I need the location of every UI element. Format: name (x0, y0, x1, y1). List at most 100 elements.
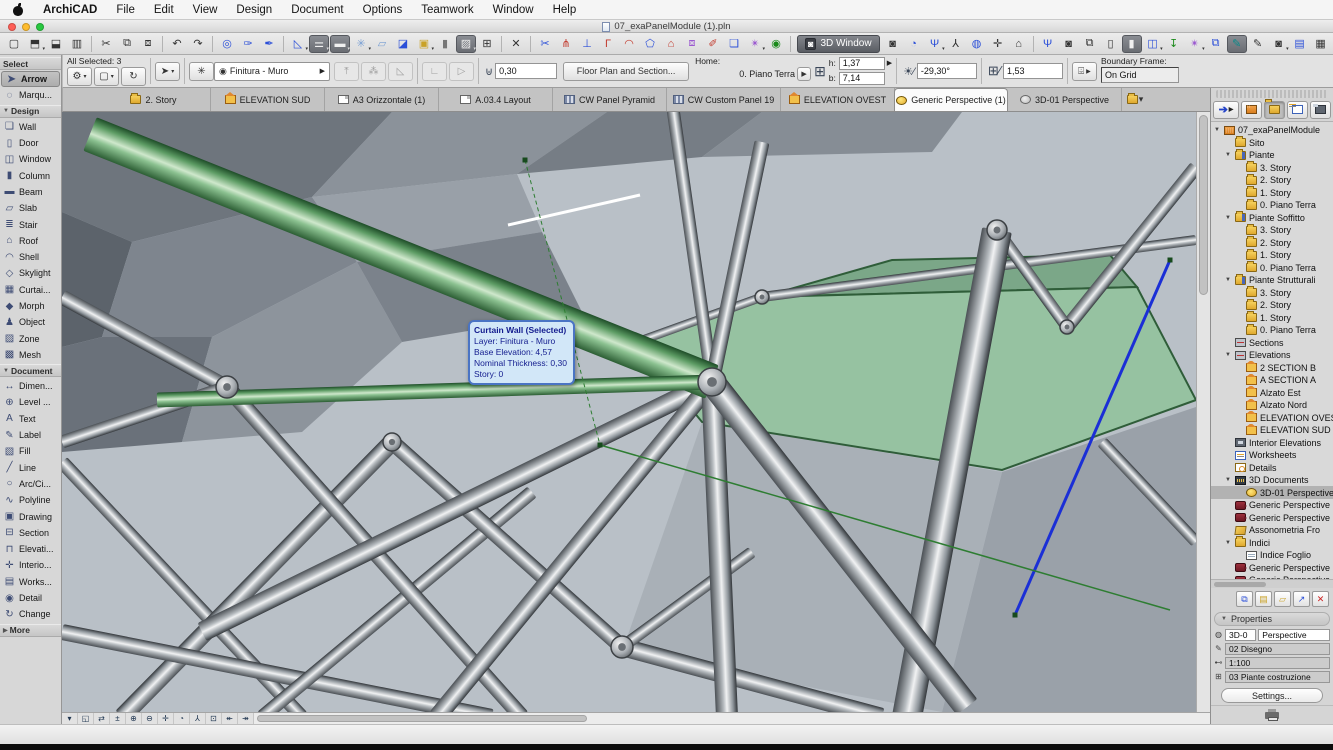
tool-stair[interactable]: ≣Stair (0, 216, 61, 232)
renovation-button[interactable]: ▨▾ (456, 35, 476, 53)
apple-menu-icon[interactable] (12, 3, 24, 16)
tool-arrow[interactable]: ➤Arrow (1, 71, 60, 87)
tab-cw-panel-pyramid[interactable]: CW Panel Pyramid (553, 88, 667, 111)
tab-generic-perspective-1[interactable]: Generic Perspective (1) (894, 88, 1008, 111)
explore-button[interactable]: ⅄ (190, 713, 206, 724)
next-view-button[interactable]: ↠ (238, 713, 254, 724)
look-around-button[interactable]: ◍ (967, 35, 987, 53)
fit-optimal-button[interactable]: ⊡ (206, 713, 222, 724)
tool-detail[interactable]: ◉Detail (0, 590, 61, 606)
zoom-in-button[interactable]: ⊕ (126, 713, 142, 724)
tree-item-interior-elevations[interactable]: Interior Elevations (1211, 436, 1333, 449)
tool-dimension[interactable]: ↔Dimen... (0, 378, 61, 394)
tree-horizontal-scrollbar[interactable] (1211, 579, 1333, 588)
mark-up-button[interactable]: ◪ (393, 35, 413, 53)
new-folder-button[interactable]: ▱ (1274, 591, 1291, 607)
tool-door[interactable]: ▯Door (0, 135, 61, 151)
toolbox-header-design[interactable]: ▼Design (0, 105, 61, 118)
tool-polyline[interactable]: ∿Polyline (0, 492, 61, 508)
tool-window[interactable]: ◫Window (0, 151, 61, 167)
walk-mode-button[interactable]: ⅄ (946, 35, 966, 53)
scrollbar-thumb[interactable] (257, 715, 587, 722)
3d-scene[interactable] (62, 112, 1196, 712)
tool-fill[interactable]: ▧Fill (0, 443, 61, 459)
intersect-button[interactable]: ⋔ (556, 35, 576, 53)
tree-item-indice-foglio[interactable]: Indice Foglio (1211, 549, 1333, 562)
three-d-window-button[interactable]: ◙3D Window (797, 35, 880, 53)
expander-arrow-icon[interactable]: ▼ (1213, 127, 1221, 133)
tool-zone[interactable]: ▨Zone (0, 330, 61, 346)
menu-archicad[interactable]: ArchiCAD (43, 4, 97, 16)
save-button[interactable]: ⬓ (46, 35, 66, 53)
properties-header[interactable]: ▼ Properties (1214, 612, 1330, 626)
tab-a3-orizzontale-1[interactable]: A3 Orizzontale (1) (325, 88, 439, 111)
tool-change[interactable]: ↻Change (0, 606, 61, 622)
orbit-button[interactable]: ◔ (174, 713, 190, 724)
zoom-out-button[interactable]: ⊖ (142, 713, 158, 724)
angle-input[interactable] (917, 63, 977, 79)
home-story-dropdown[interactable]: ▶ (797, 67, 811, 81)
arrange-viewpoint-button[interactable]: ⧉ (1236, 591, 1253, 607)
tool-object[interactable]: ♟Object (0, 314, 61, 330)
default-settings-button[interactable]: ▢▾ (94, 67, 119, 86)
page-dark-button[interactable]: ▮ (1122, 35, 1142, 53)
tree-item-elevations[interactable]: ▼Elevations (1211, 349, 1333, 362)
menu-help[interactable]: Help (553, 4, 577, 16)
panel-drag-handle[interactable] (1216, 90, 1328, 98)
view-id-value[interactable]: 3D-0 (1225, 629, 1256, 641)
tree-item-3-story[interactable]: 3. Story (1211, 224, 1333, 237)
tree-item-piante-strutturali[interactable]: ▼Piante Strutturali (1211, 274, 1333, 287)
tree-item-0-piano-terra[interactable]: 0. Piano Terra (1211, 199, 1333, 212)
quick-layers-button[interactable]: ▬▾ (330, 35, 350, 53)
tool-slab[interactable]: ▱Slab (0, 200, 61, 216)
menu-window[interactable]: Window (493, 4, 534, 16)
trace-reference-button[interactable]: ⚌▾ (309, 35, 329, 53)
fill-display-button[interactable]: ▣▾ (414, 35, 434, 53)
paint-dark-button[interactable]: ✎ (1227, 35, 1247, 53)
toolbox-header-document[interactable]: ▼Document (0, 364, 61, 377)
tab-2-story[interactable]: 2. Story (97, 88, 211, 111)
redo-button[interactable]: ↷ (188, 35, 208, 53)
menu-options[interactable]: Options (363, 4, 403, 16)
page-light-button[interactable]: ▯ (1101, 35, 1121, 53)
h-input[interactable] (839, 57, 885, 70)
run-simulation-button[interactable]: Ψ (1038, 35, 1058, 53)
viewport-vertical-scrollbar[interactable] (1196, 112, 1210, 712)
tree-item-sections[interactable]: Sections (1211, 336, 1333, 349)
expander-arrow-icon[interactable]: ▼ (1224, 477, 1232, 483)
fit-to-window-button[interactable]: ⇄ (94, 713, 110, 724)
menu-design[interactable]: Design (236, 4, 272, 16)
print-button[interactable]: ▥ (67, 35, 87, 53)
tree-item-1-story[interactable]: 1. Story (1211, 186, 1333, 199)
pan-3d-button[interactable]: ✛ (988, 35, 1008, 53)
floor-plan-section-button[interactable]: Floor Plan and Section... (563, 62, 689, 81)
toolbox-header-select[interactable]: Select (0, 57, 61, 70)
favorites-button[interactable]: ◺▾ (288, 35, 308, 53)
expander-arrow-icon[interactable]: ▼ (1224, 152, 1232, 158)
paint-light-button[interactable]: ✎ (1248, 35, 1268, 53)
tree-item-0-piano-terra[interactable]: 0. Piano Terra (1211, 324, 1333, 337)
tree-item-generic-perspective[interactable]: Generic Perspective (1211, 511, 1333, 524)
tree-item-elevation-ovest[interactable]: ELEVATION OVEST (1211, 411, 1333, 424)
printer-icon[interactable] (1265, 712, 1279, 719)
view-id-value[interactable]: Perspective (1258, 629, 1330, 641)
expander-arrow-icon[interactable]: ▼ (1224, 215, 1232, 221)
new-viewpoint-button[interactable]: ▤ (1255, 591, 1272, 607)
tree-item-elevation-sud[interactable]: ELEVATION SUD (1211, 424, 1333, 437)
tree-item-2-story[interactable]: 2. Story (1211, 236, 1333, 249)
boundary-frame-value[interactable]: On Grid (1101, 67, 1179, 83)
cut-button[interactable]: ✂ (96, 35, 116, 53)
snap-grid-button[interactable]: ✳▾ (351, 35, 371, 53)
tool-shell[interactable]: ◠Shell (0, 249, 61, 265)
virtual-trace-button[interactable]: ▱ (372, 35, 392, 53)
adjust-button[interactable]: ⊥ (577, 35, 597, 53)
tree-item-alzato-nord[interactable]: Alzato Nord (1211, 399, 1333, 412)
settings-button[interactable]: Settings... (1221, 688, 1323, 703)
tree-item-3-story[interactable]: 3. Story (1211, 286, 1333, 299)
tool-label[interactable]: ✎Label (0, 427, 61, 443)
layer-combo[interactable]: ◉ Finitura - Muro ▶ (214, 62, 330, 81)
cube-3d-button[interactable]: ◫▾ (1143, 35, 1163, 53)
tree-item-assonometria-fro[interactable]: Assonometria Fro (1211, 524, 1333, 537)
pan-button[interactable]: ✛ (158, 713, 174, 724)
publisher-button[interactable] (1310, 101, 1331, 119)
